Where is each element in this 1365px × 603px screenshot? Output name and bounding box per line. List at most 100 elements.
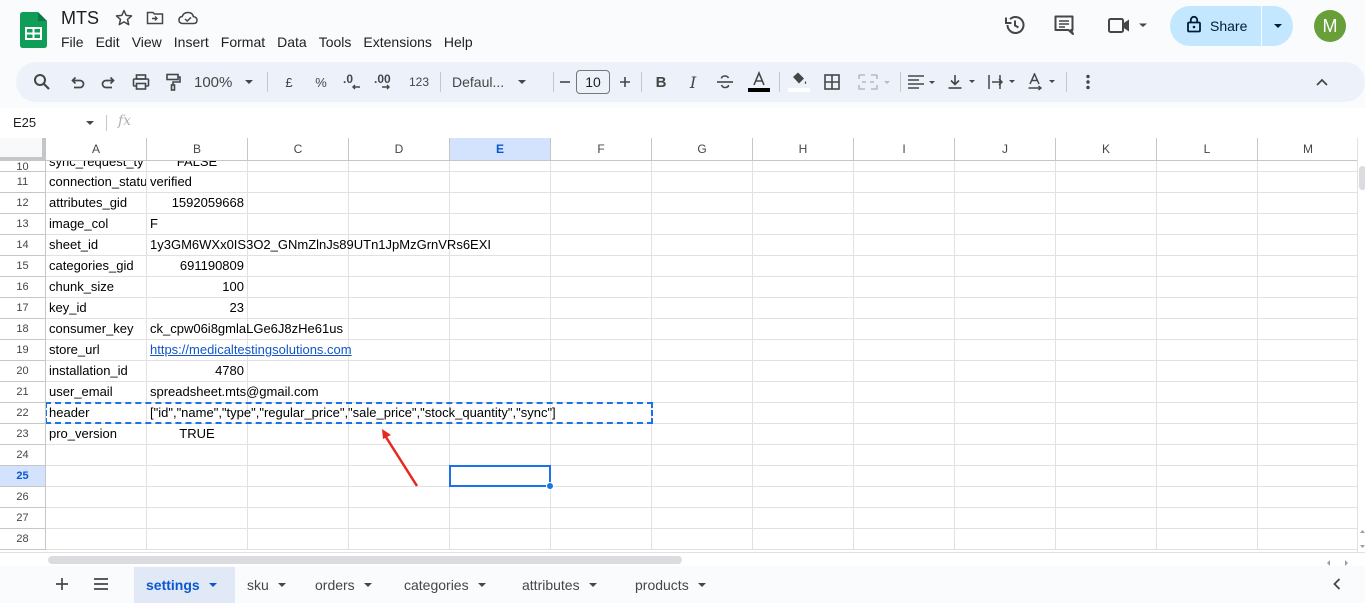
column-header-j[interactable]: J: [955, 138, 1056, 161]
cell-c28[interactable]: [248, 529, 349, 550]
scroll-up-arrow[interactable]: [1359, 524, 1365, 534]
more-formats-button[interactable]: 123: [406, 62, 432, 102]
row-header-22[interactable]: 22: [0, 403, 46, 424]
cell-i25[interactable]: [854, 466, 955, 487]
cell-k15[interactable]: [1056, 256, 1157, 277]
cell-g21[interactable]: [652, 382, 753, 403]
spreadsheet-grid[interactable]: sync_request_ty FALSE connection_statu veri…: [0, 138, 1357, 552]
cell-h25[interactable]: [753, 466, 854, 487]
fill-handle[interactable]: [546, 482, 554, 490]
cell-d20[interactable]: [349, 361, 450, 382]
cell-l26[interactable]: [1157, 487, 1258, 508]
formula-input[interactable]: [145, 114, 1345, 132]
document-title[interactable]: MTS: [61, 8, 99, 29]
row-header-13[interactable]: 13: [0, 214, 46, 235]
cell-a27[interactable]: [46, 508, 147, 529]
cell-a28[interactable]: [46, 529, 147, 550]
cell-f24[interactable]: [551, 445, 652, 466]
cell-h19[interactable]: [753, 340, 854, 361]
cell-i13[interactable]: [854, 214, 955, 235]
cell-e23[interactable]: [450, 424, 551, 445]
cell-f11[interactable]: [551, 172, 652, 193]
cell-k16[interactable]: [1056, 277, 1157, 298]
cell-h14[interactable]: [753, 235, 854, 256]
cell-a10[interactable]: sync_request_ty: [46, 161, 147, 172]
text-wrapping-button[interactable]: [986, 62, 1020, 102]
cell-k17[interactable]: [1056, 298, 1157, 319]
strikethrough-button[interactable]: [714, 62, 736, 102]
cell-j16[interactable]: [955, 277, 1056, 298]
cell-k19[interactable]: [1056, 340, 1157, 361]
cell-k24[interactable]: [1056, 445, 1157, 466]
cell-l24[interactable]: [1157, 445, 1258, 466]
row-header-26[interactable]: 26: [0, 487, 46, 508]
cell-a16[interactable]: chunk_size: [46, 277, 147, 298]
cell-a17[interactable]: key_id: [46, 298, 147, 319]
cell-l22[interactable]: [1157, 403, 1258, 424]
horizontal-scrollbar[interactable]: [0, 552, 1365, 566]
cell-l20[interactable]: [1157, 361, 1258, 382]
undo-button[interactable]: [64, 62, 90, 102]
cell-l15[interactable]: [1157, 256, 1258, 277]
cloud-saved-icon[interactable]: [177, 8, 198, 28]
cell-a20[interactable]: installation_id: [46, 361, 147, 382]
cell-g28[interactable]: [652, 529, 753, 550]
cell-a18[interactable]: consumer_key: [46, 319, 147, 340]
cell-g18[interactable]: [652, 319, 753, 340]
cell-b10[interactable]: FALSE: [147, 161, 248, 172]
column-header-l[interactable]: L: [1157, 138, 1258, 161]
cell-c15[interactable]: [248, 256, 349, 277]
cell-e18[interactable]: [450, 319, 551, 340]
cell-i22[interactable]: [854, 403, 955, 424]
cell-c20[interactable]: [248, 361, 349, 382]
cell-d13[interactable]: [349, 214, 450, 235]
cell-m15[interactable]: [1258, 256, 1357, 277]
cell-b23[interactable]: TRUE: [147, 424, 248, 445]
cell-m17[interactable]: [1258, 298, 1357, 319]
cell-l25[interactable]: [1157, 466, 1258, 487]
cell-l28[interactable]: [1157, 529, 1258, 550]
fill-color-button[interactable]: [786, 62, 812, 102]
share-main-button[interactable]: Share: [1170, 6, 1262, 46]
all-sheets-button[interactable]: [91, 576, 111, 596]
cell-a11[interactable]: connection_statu: [46, 172, 147, 193]
cell-j26[interactable]: [955, 487, 1056, 508]
scroll-left-arrow[interactable]: [1324, 555, 1334, 566]
cell-l21[interactable]: [1157, 382, 1258, 403]
column-header-k[interactable]: K: [1056, 138, 1157, 161]
cell-j20[interactable]: [955, 361, 1056, 382]
cell-m24[interactable]: [1258, 445, 1357, 466]
row-header-20[interactable]: 20: [0, 361, 46, 382]
cell-m13[interactable]: [1258, 214, 1357, 235]
cell-k23[interactable]: [1056, 424, 1157, 445]
cell-b22[interactable]: ["id","name","type","regular_price","sal…: [147, 403, 556, 424]
column-header-g[interactable]: G: [652, 138, 753, 161]
cell-d17[interactable]: [349, 298, 450, 319]
cell-e12[interactable]: [450, 193, 551, 214]
cell-k22[interactable]: [1056, 403, 1157, 424]
cell-h28[interactable]: [753, 529, 854, 550]
cell-m23[interactable]: [1258, 424, 1357, 445]
cell-e25[interactable]: [450, 466, 551, 487]
cell-g27[interactable]: [652, 508, 753, 529]
cell-f22[interactable]: [551, 403, 652, 424]
cell-d18[interactable]: [349, 319, 450, 340]
cell-e21[interactable]: [450, 382, 551, 403]
bold-button[interactable]: B: [650, 62, 672, 102]
menu-insert[interactable]: Insert: [168, 33, 215, 51]
row-header-18[interactable]: 18: [0, 319, 46, 340]
cell-e28[interactable]: [450, 529, 551, 550]
zoom-select[interactable]: 100%: [194, 62, 260, 102]
cell-c26[interactable]: [248, 487, 349, 508]
row-header-11[interactable]: 11: [0, 172, 46, 193]
cell-e24[interactable]: [450, 445, 551, 466]
cell-g19[interactable]: [652, 340, 753, 361]
cell-i10[interactable]: [854, 161, 955, 172]
cell-b20[interactable]: 4780: [147, 361, 248, 382]
cell-l14[interactable]: [1157, 235, 1258, 256]
cell-k28[interactable]: [1056, 529, 1157, 550]
cell-b11[interactable]: verified: [147, 172, 248, 193]
cell-h13[interactable]: [753, 214, 854, 235]
cell-c16[interactable]: [248, 277, 349, 298]
column-header-b[interactable]: B: [147, 138, 248, 161]
